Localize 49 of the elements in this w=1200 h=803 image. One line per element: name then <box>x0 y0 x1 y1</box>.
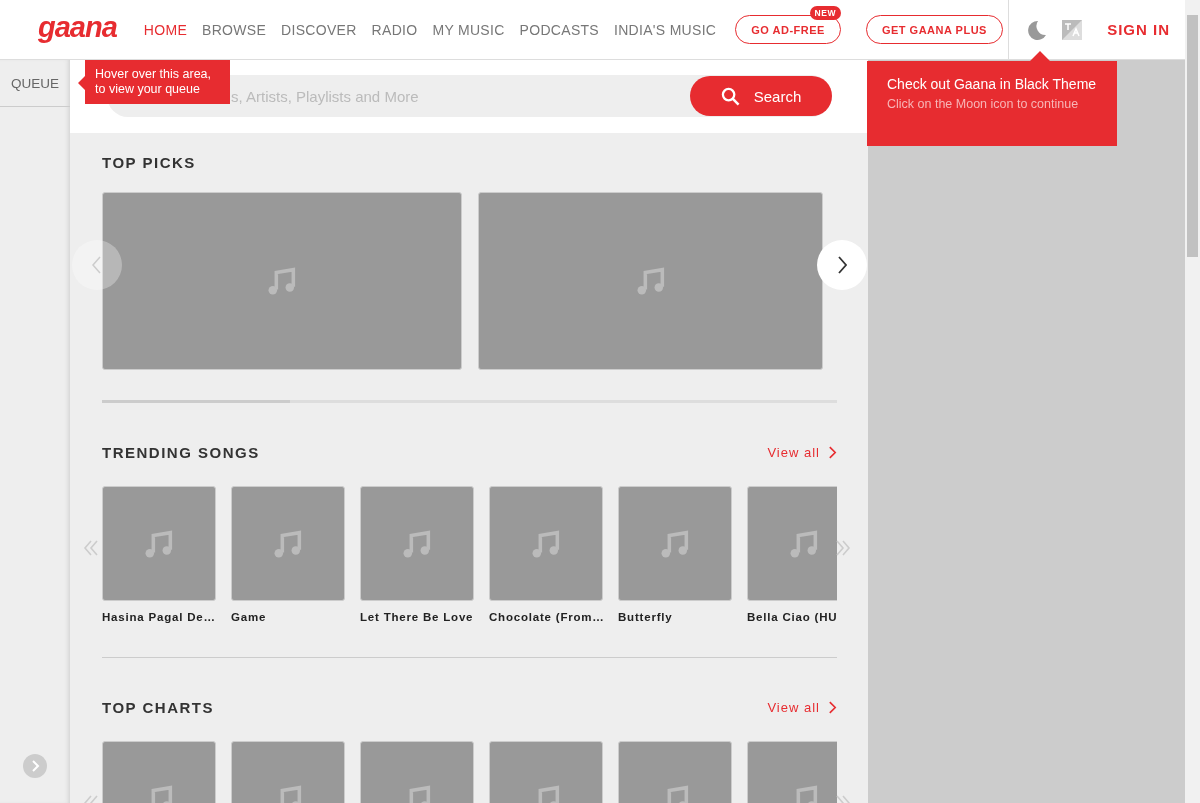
new-badge: NEW <box>809 6 841 20</box>
chevron-icon <box>828 700 837 714</box>
song-tile[interactable] <box>102 486 216 601</box>
queue-tooltip: Hover over this area, to view your queue <box>78 60 230 104</box>
nav-link[interactable]: HOME <box>143 21 188 38</box>
gaana-logo[interactable]: gaana <box>38 11 117 44</box>
sign-in-link[interactable]: SIGN IN <box>1107 21 1170 38</box>
view-all-link[interactable]: View all <box>767 699 837 715</box>
section-title: TOP CHARTS <box>102 698 214 716</box>
nav-link[interactable]: BROWSE <box>202 21 267 38</box>
nav-link[interactable]: DISCOVER <box>281 21 357 38</box>
go-ad-free-button[interactable]: GO AD-FREE <box>735 15 841 44</box>
next-button[interactable] <box>817 240 867 290</box>
expand-icon[interactable] <box>23 754 47 778</box>
song-title[interactable]: Game <box>231 611 345 623</box>
song-tile[interactable] <box>231 486 345 601</box>
scrollbar[interactable] <box>1185 0 1200 803</box>
chevron-icon <box>92 256 102 274</box>
section-title: TRENDING SONGS <box>102 443 260 461</box>
language-icon[interactable] <box>1062 19 1083 40</box>
search-button[interactable]: Search <box>690 76 832 116</box>
song-title[interactable]: Let There Be Love <box>360 611 474 623</box>
chevron-icon <box>828 445 837 459</box>
song-tile[interactable] <box>360 486 474 601</box>
carousel-scrollbar[interactable] <box>102 400 837 403</box>
song-tile[interactable] <box>618 486 732 601</box>
nav-link[interactable]: INDIA'S MUSIC <box>614 21 717 38</box>
tooltip-text: Click on the Moon icon to continue <box>887 97 1080 111</box>
playlist-tile[interactable] <box>478 192 823 370</box>
nav-link[interactable]: MY MUSIC <box>432 21 505 38</box>
playlist-tile[interactable] <box>102 192 462 370</box>
chevron-icon <box>837 256 847 274</box>
song-tile[interactable] <box>489 486 603 601</box>
section-title: TOP PICKS <box>102 153 196 171</box>
double-chevron-icon[interactable] <box>83 539 99 557</box>
song-title[interactable]: Butterfly <box>618 611 732 623</box>
double-chevron-icon[interactable] <box>835 539 851 557</box>
nav-link[interactable]: PODCASTS <box>519 21 599 38</box>
song-tile[interactable] <box>747 486 837 601</box>
tooltip-title: Check out Gaana in Black Theme <box>887 76 1097 93</box>
search-icon <box>720 86 740 106</box>
song-title[interactable]: Bella Ciao (HU <box>747 611 837 623</box>
previous-button[interactable] <box>72 240 122 290</box>
song-title[interactable]: Hasina Pagal De… <box>102 611 216 623</box>
song-title[interactable]: Chocolate (From… <box>489 611 603 623</box>
get-gaana-plus-button[interactable]: GET GAANA PLUS <box>865 15 1003 44</box>
view-all-link[interactable]: View all <box>767 444 837 460</box>
nav-link[interactable]: RADIO <box>371 21 418 38</box>
moon-icon[interactable] <box>1025 18 1048 41</box>
